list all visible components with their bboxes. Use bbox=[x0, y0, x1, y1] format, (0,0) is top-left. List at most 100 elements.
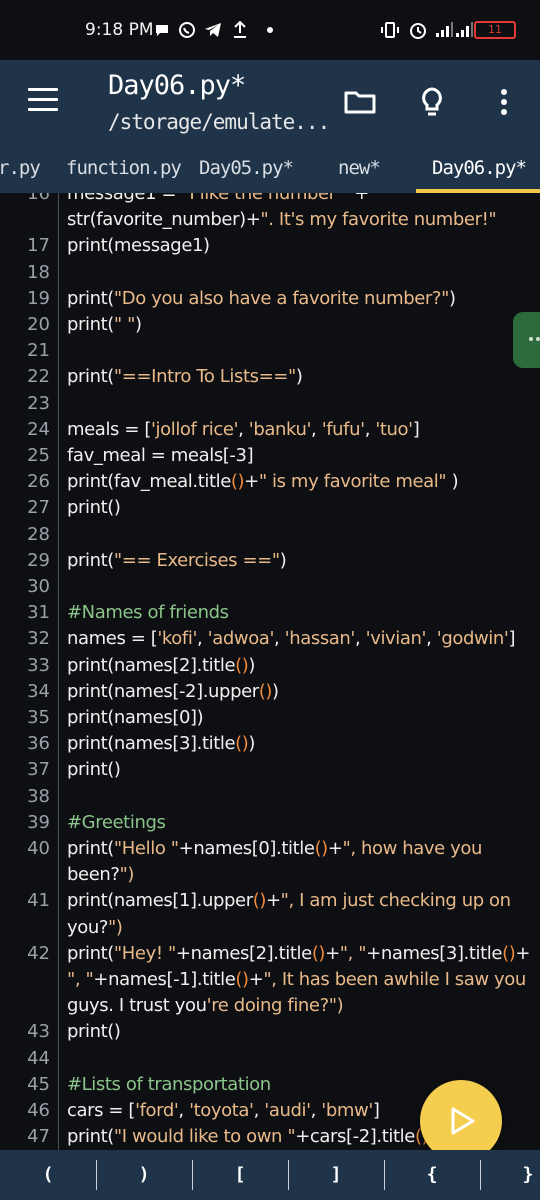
line-number: 46 bbox=[27, 1100, 50, 1121]
alarm-icon bbox=[408, 19, 428, 41]
line-number: 41 bbox=[27, 890, 50, 912]
symbol-bar: ()[]{} bbox=[0, 1150, 540, 1200]
code-line[interactable]: print(names[3].title()) bbox=[67, 733, 255, 754]
symbol-separator bbox=[480, 1160, 481, 1190]
lightbulb-icon[interactable] bbox=[414, 84, 450, 120]
line-number: 33 bbox=[27, 654, 50, 676]
symbol-separator bbox=[96, 1160, 97, 1190]
battery-indicator: 11 bbox=[474, 21, 516, 39]
line-number: 39 bbox=[27, 811, 50, 833]
symbol-key[interactable]: ) bbox=[96, 1150, 192, 1200]
code-line[interactable]: str(favorite_number)+". It's my favorite… bbox=[67, 209, 497, 230]
line-number: 25 bbox=[27, 445, 50, 466]
line-number: 17 bbox=[27, 235, 50, 257]
line-number: 29 bbox=[27, 549, 50, 571]
line-number: 37 bbox=[27, 759, 50, 781]
vibrate-icon bbox=[380, 19, 400, 41]
code-line[interactable]: print() bbox=[67, 497, 121, 518]
code-line[interactable]: cars = ['ford', 'toyota', 'audi', 'bmw'] bbox=[67, 1100, 380, 1121]
line-number: 40 bbox=[27, 838, 50, 859]
symbol-key[interactable]: { bbox=[384, 1150, 480, 1200]
code-line[interactable]: #Names of friends bbox=[67, 602, 229, 623]
code-line[interactable]: print("I would like to own "+cars[-2].ti… bbox=[67, 1126, 458, 1147]
tab-day05-py[interactable]: Day05.py* bbox=[199, 157, 294, 179]
line-number: 18 bbox=[27, 261, 50, 283]
line-number: 36 bbox=[27, 733, 50, 755]
code-line[interactable]: print("== Exercises ==") bbox=[67, 550, 287, 571]
code-line[interactable]: print(message1) bbox=[67, 235, 210, 256]
tab-r-py[interactable]: r.py bbox=[0, 157, 41, 179]
line-number: 16 bbox=[27, 193, 50, 204]
code-line[interactable]: fav_meal = meals[-3] bbox=[67, 445, 254, 466]
code-line[interactable]: print("==Intro To Lists==") bbox=[67, 366, 303, 387]
code-line[interactable]: print("Hey! "+names[2].title()+", "+name… bbox=[67, 943, 530, 964]
symbol-key[interactable]: ( bbox=[0, 1150, 96, 1200]
drawer-handle[interactable] bbox=[513, 312, 540, 368]
line-number: 31 bbox=[27, 602, 50, 624]
symbol-key[interactable]: } bbox=[480, 1150, 540, 1200]
symbol-separator bbox=[288, 1160, 289, 1190]
folder-icon[interactable] bbox=[342, 84, 378, 120]
code-line[interactable]: you?") bbox=[67, 917, 123, 938]
app-bar: Day06.py* /storage/emulate... bbox=[0, 60, 540, 145]
code-editor[interactable]: 16 message1 = "I like the number " + str(f… bbox=[0, 193, 540, 1150]
code-line[interactable]: print() bbox=[67, 1021, 121, 1042]
code-line[interactable]: print("Do you also have a favorite numbe… bbox=[67, 288, 456, 309]
line-number: 20 bbox=[27, 314, 50, 335]
whatsapp-icon bbox=[177, 19, 197, 41]
code-line[interactable]: print(names[0]) bbox=[67, 707, 204, 728]
code-line[interactable]: been?") bbox=[67, 864, 134, 885]
line-number: 47 bbox=[27, 1126, 50, 1148]
symbol-separator bbox=[192, 1160, 193, 1190]
code-line[interactable]: message1 = "I like the number " + bbox=[67, 193, 369, 204]
line-number: 30 bbox=[27, 576, 50, 597]
upload-icon bbox=[230, 19, 250, 41]
code-line[interactable]: #Lists of transportation bbox=[67, 1074, 271, 1095]
line-number: 32 bbox=[27, 628, 50, 650]
symbol-separator bbox=[384, 1160, 385, 1190]
code-line[interactable]: names = ['kofi', 'adwoa', 'hassan', 'viv… bbox=[67, 628, 515, 649]
code-line[interactable]: print(names[2].title()) bbox=[67, 655, 255, 676]
telegram-icon bbox=[203, 19, 223, 41]
code-line[interactable]: guys. I trust you're doing fine?") bbox=[67, 995, 344, 1016]
line-number: 24 bbox=[27, 418, 50, 440]
line-number: 21 bbox=[27, 340, 50, 362]
code-line[interactable]: #Greetings bbox=[67, 812, 166, 833]
tab-function-py[interactable]: function.py bbox=[66, 157, 182, 179]
file-title: Day06.py* bbox=[108, 70, 246, 101]
line-number: 19 bbox=[27, 287, 50, 309]
code-line[interactable]: print(names[-2].upper()) bbox=[67, 681, 279, 702]
code-line[interactable]: ", "+names[-1].title()+", It has been aw… bbox=[67, 969, 526, 990]
chat-bubble-icon bbox=[152, 19, 172, 41]
symbol-key[interactable]: ] bbox=[288, 1150, 384, 1200]
line-number: 35 bbox=[27, 707, 50, 728]
line-number: 42 bbox=[27, 942, 50, 964]
line-number: 23 bbox=[27, 392, 50, 414]
line-number: 26 bbox=[27, 471, 50, 493]
file-tabs: r.py function.py Day05.py* new* Day06.py… bbox=[0, 145, 540, 193]
line-number: 38 bbox=[27, 785, 50, 807]
line-number: 34 bbox=[27, 680, 50, 702]
more-options-icon[interactable] bbox=[486, 84, 522, 120]
signal-icon bbox=[454, 19, 474, 41]
code-line[interactable]: meals = ['jollof rice', 'banku', 'fufu',… bbox=[67, 419, 420, 440]
status-bar: 9:18 PM 11 bbox=[0, 0, 540, 60]
file-path: /storage/emulate... bbox=[108, 110, 330, 134]
code-line[interactable]: print(" ") bbox=[67, 314, 142, 335]
tab-day06-py[interactable]: Day06.py* bbox=[432, 157, 527, 179]
line-number: 28 bbox=[27, 523, 50, 545]
line-number: 44 bbox=[27, 1047, 50, 1069]
code-line[interactable]: print(names[1].upper()+", I am just chec… bbox=[67, 890, 511, 911]
play-icon bbox=[451, 1107, 475, 1135]
code-line[interactable]: print(fav_meal.title()+" is my favorite … bbox=[67, 471, 459, 492]
code-line[interactable]: print() bbox=[67, 759, 121, 780]
dot-icon bbox=[260, 19, 280, 41]
gutter-divider bbox=[58, 193, 59, 1150]
tab-new[interactable]: new* bbox=[338, 157, 381, 179]
menu-icon[interactable] bbox=[28, 88, 58, 112]
line-number: 43 bbox=[27, 1021, 50, 1043]
code-line[interactable]: print("Hello "+names[0].title()+", how h… bbox=[67, 838, 482, 859]
status-time: 9:18 PM bbox=[85, 20, 154, 40]
symbol-key[interactable]: [ bbox=[192, 1150, 288, 1200]
line-number: 22 bbox=[27, 366, 50, 388]
